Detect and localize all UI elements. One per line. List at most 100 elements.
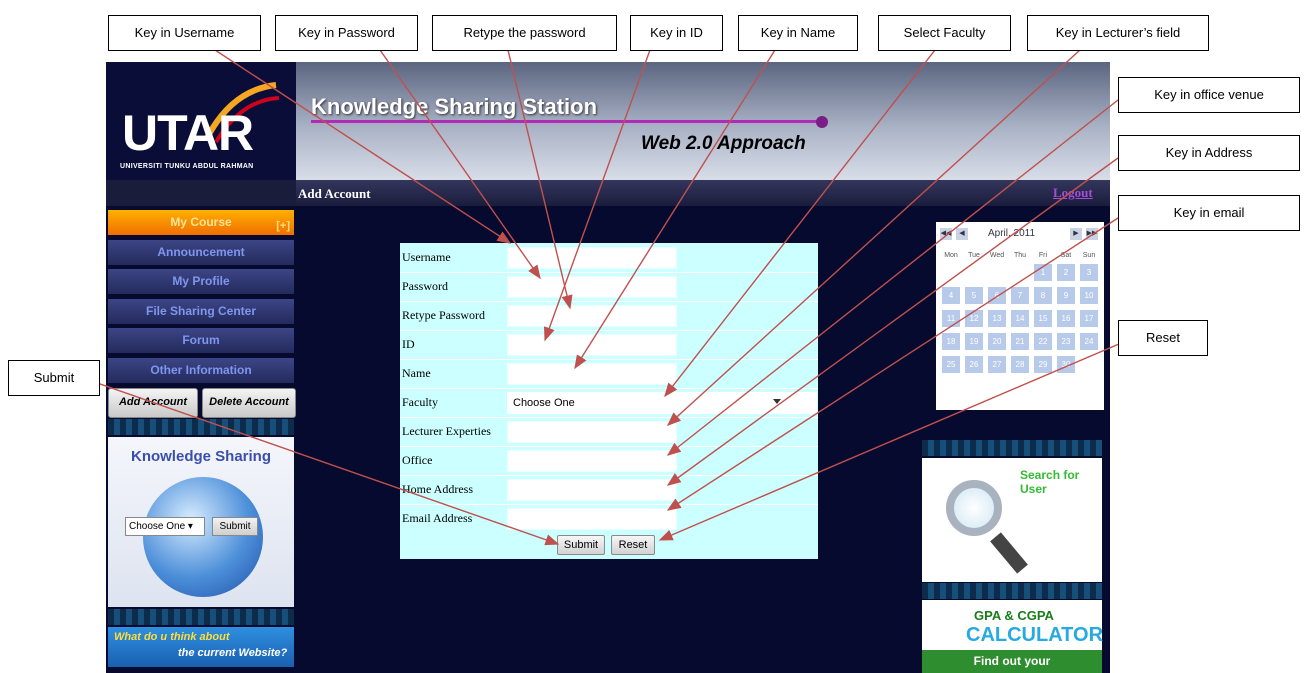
name-label: Name — [402, 366, 431, 380]
office-input[interactable] — [507, 450, 677, 472]
search-user-panel[interactable]: Search for User — [922, 458, 1102, 582]
site-subtitle: Web 2.0 Approach — [641, 133, 806, 154]
feedback-banner[interactable]: What do u think about the current Websit… — [108, 627, 294, 667]
calendar-day[interactable]: 16 — [1057, 310, 1075, 327]
calendar-day[interactable]: 21 — [1011, 333, 1029, 350]
calendar-day[interactable]: 28 — [1011, 356, 1029, 373]
calendar-weekday: Mon — [944, 252, 958, 259]
calendar-day[interactable]: 7 — [1011, 287, 1029, 304]
callout-username: Key in Username — [108, 15, 261, 51]
sidebar-item-my-profile[interactable]: My Profile — [108, 269, 294, 294]
lecturer-expertise-input[interactable] — [507, 421, 677, 443]
gpa-calculator-text: CALCULATOR — [966, 624, 1104, 646]
delete-account-button[interactable]: Delete Account — [202, 388, 296, 418]
gpa-calculator-panel[interactable]: GPA & CGPA CALCULATOR Find out your — [922, 600, 1104, 673]
chevron-down-icon — [773, 399, 781, 404]
calendar-day[interactable]: 25 — [942, 356, 960, 373]
sidebar-item-announcement[interactable]: Announcement — [108, 240, 294, 265]
calendar-day[interactable]: 8 — [1034, 287, 1052, 304]
logo-subtext: UNIVERSITI TUNKU ABDUL RAHMAN — [120, 163, 254, 170]
add-account-button[interactable]: Add Account — [108, 388, 198, 418]
calendar-day[interactable]: 10 — [1080, 287, 1098, 304]
calendar-day[interactable]: 13 — [988, 310, 1006, 327]
sidebar-item-label: My Course — [170, 215, 232, 229]
calendar-day[interactable]: 30 — [1057, 356, 1075, 373]
calendar-day[interactable]: 12 — [965, 310, 983, 327]
calendar-day[interactable]: 22 — [1034, 333, 1052, 350]
prev-year-icon[interactable]: ◀◀ — [940, 228, 952, 240]
calendar-day[interactable]: 19 — [965, 333, 983, 350]
calendar-day[interactable]: 20 — [988, 333, 1006, 350]
form-row-home-address: Home Address — [400, 475, 818, 505]
calendar-weekday: Sat — [1060, 252, 1072, 259]
calendar-day[interactable]: 23 — [1057, 333, 1075, 350]
knowledge-sharing-panel: Knowledge Sharing Choose One ▾ Submit — [108, 437, 294, 607]
calendar-day[interactable]: 6 — [988, 287, 1006, 304]
calendar-day[interactable]: 15 — [1034, 310, 1052, 327]
email-input[interactable] — [507, 508, 677, 530]
retype-password-label: Retype Password — [402, 308, 485, 322]
form-row-office: Office — [400, 446, 818, 476]
calendar-day[interactable]: 9 — [1057, 287, 1075, 304]
callout-name: Key in Name — [738, 15, 858, 51]
reset-button[interactable]: Reset — [611, 535, 655, 555]
magnifier-handle — [990, 532, 1028, 574]
calendar-day[interactable]: 26 — [965, 356, 983, 373]
site-title: Knowledge Sharing Station — [311, 94, 598, 119]
calendar-day[interactable]: 1 — [1034, 264, 1052, 281]
calendar-day[interactable]: 27 — [988, 356, 1006, 373]
next-month-icon[interactable]: ▶ — [1070, 228, 1082, 240]
sidebar-item-forum[interactable]: Forum — [108, 328, 294, 353]
calendar-weekday: Sun — [1082, 252, 1096, 259]
form-row-email: Email Address — [400, 504, 818, 533]
form-row-faculty: Faculty Choose One — [400, 388, 818, 418]
topbar — [296, 180, 1110, 206]
form-row-retype-password: Retype Password — [400, 301, 818, 331]
sidebar-item-my-course[interactable]: My Course [+] — [108, 210, 294, 235]
page-heading: Add Account — [298, 186, 371, 201]
calendar-day[interactable]: 17 — [1080, 310, 1098, 327]
faculty-select[interactable]: Choose One — [507, 392, 817, 414]
calendar-day[interactable]: 2 — [1057, 264, 1075, 281]
utar-logo: UTAR UNIVERSITI TUNKU ABDUL RAHMAN — [106, 62, 296, 180]
callout-lecturer-field: Key in Lecturer’s field — [1027, 15, 1209, 51]
password-input[interactable] — [507, 276, 677, 298]
magnifier-icon — [946, 480, 1002, 536]
calendar-day[interactable]: 24 — [1080, 333, 1098, 350]
prev-month-icon[interactable]: ◀ — [956, 228, 968, 240]
callout-address: Key in Address — [1118, 135, 1300, 171]
id-input[interactable] — [507, 334, 677, 356]
calendar-day[interactable]: 14 — [1011, 310, 1029, 327]
name-input[interactable] — [507, 363, 677, 385]
next-year-icon[interactable]: ▶▶ — [1086, 228, 1098, 240]
faculty-select-value: Choose One — [513, 397, 575, 409]
faculty-label: Faculty — [402, 395, 438, 409]
callout-email: Key in email — [1118, 195, 1300, 231]
office-label: Office — [402, 453, 433, 467]
calendar-weekday: Fri — [1038, 252, 1048, 259]
sidebar-item-other-info[interactable]: Other Information — [108, 358, 294, 383]
calendar-day[interactable]: 29 — [1034, 356, 1052, 373]
sidebar-item-file-sharing[interactable]: File Sharing Center — [108, 299, 294, 324]
calendar-widget: ◀◀ ◀ April, 2011 ▶ ▶▶ Mon Tue Wed Thu Fri Sat… — [936, 222, 1104, 410]
calendar-day[interactable]: 5 — [965, 287, 983, 304]
calendar-weekday: Tue — [968, 252, 980, 259]
callout-reset: Reset — [1118, 320, 1208, 356]
callout-office: Key in office venue — [1118, 77, 1300, 113]
calendar-day[interactable]: 4 — [942, 287, 960, 304]
logout-link[interactable]: Logout — [1053, 185, 1093, 201]
calendar-day[interactable]: 18 — [942, 333, 960, 350]
form-row-username: Username — [400, 243, 818, 273]
decor-stripe — [108, 609, 294, 625]
calendar-day[interactable]: 3 — [1080, 264, 1098, 281]
ks-submit-button[interactable]: Submit — [212, 517, 258, 536]
submit-button[interactable]: Submit — [557, 535, 605, 555]
retype-password-input[interactable] — [507, 305, 677, 327]
home-address-input[interactable] — [507, 479, 677, 501]
decor-stripe — [922, 583, 1102, 599]
ks-select-value: Choose One — [129, 521, 186, 532]
calendar-day[interactable]: 11 — [942, 310, 960, 327]
gpa-title: GPA & CGPA — [974, 608, 1054, 623]
ks-course-select[interactable]: Choose One ▾ — [125, 517, 205, 536]
username-input[interactable] — [507, 247, 677, 269]
